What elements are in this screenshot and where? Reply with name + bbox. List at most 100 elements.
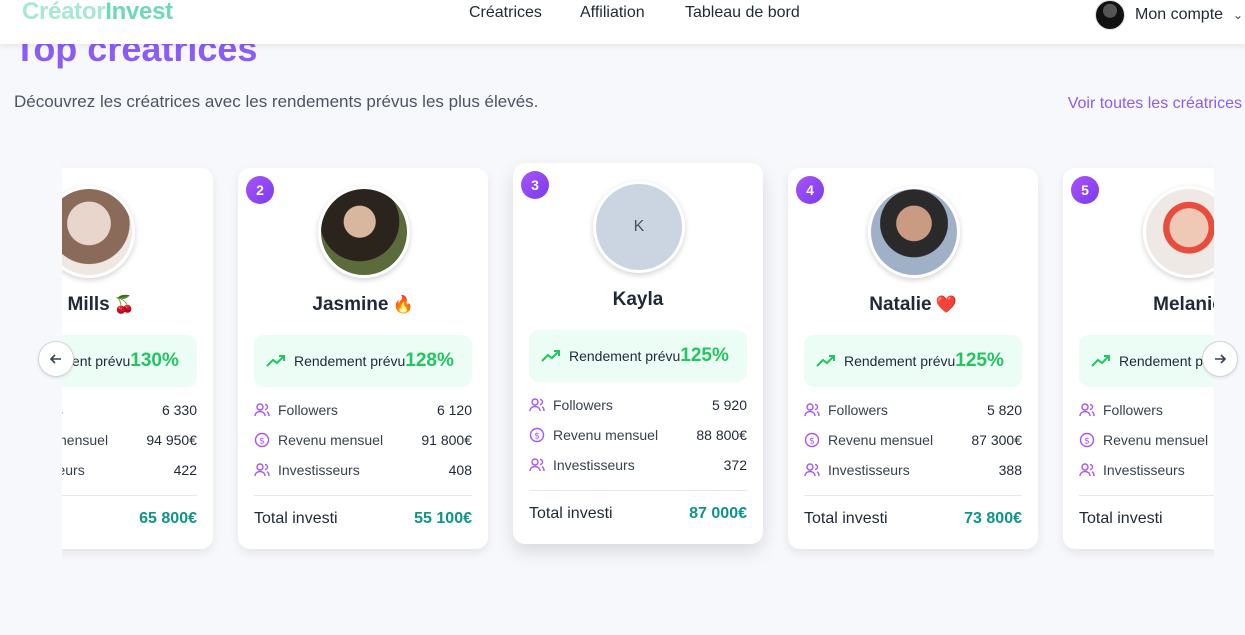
nav-link-dashboard[interactable]: Tableau de bord — [685, 4, 800, 22]
carousel-next-button[interactable] — [1202, 341, 1238, 377]
card-divider — [254, 495, 472, 496]
dollar-circle-icon: $ — [1079, 432, 1095, 448]
see-all-link[interactable]: Voir toutes les créatrices — [1068, 95, 1242, 113]
stat-label: Revenu mensuel — [62, 432, 109, 448]
rank-badge: 5 — [1071, 176, 1099, 204]
yield-value: 130% — [130, 350, 179, 371]
total-invested: Total investi 73 800€ — [804, 510, 1022, 528]
total-invested: Total investi 55 100€ — [254, 510, 472, 528]
stat-revenue: $ Revenu mensuel 88 800€ — [529, 425, 747, 445]
stat-revenue: $ Revenu mensuel 87 300€ — [804, 430, 1022, 450]
brand-part-2: Invest — [105, 0, 173, 25]
rank-badge: 2 — [246, 176, 274, 204]
stat-label: Investisseurs — [1103, 462, 1185, 478]
creator-emoji: 🔥 — [392, 295, 414, 314]
total-label: Total investi — [254, 510, 338, 527]
stat-label: Revenu mensuel — [553, 427, 659, 443]
stat-label: Investisseurs — [828, 462, 910, 478]
stat-label: Revenu mensuel — [278, 432, 384, 448]
stat-value: 5 920 — [711, 397, 747, 413]
dollar-circle-icon: $ — [254, 432, 270, 448]
stat-label: Investisseurs — [553, 457, 635, 473]
yield-box: Rendement prévu 125% — [529, 330, 747, 382]
nav-link-affiliation[interactable]: Affiliation — [580, 4, 645, 22]
creator-avatar — [62, 186, 135, 278]
yield-box: Rendement prévu 125% — [804, 335, 1022, 387]
stat-value: 87 300€ — [971, 432, 1022, 448]
nav-link-creatrices[interactable]: Créatrices — [469, 4, 542, 22]
yield-label: Rendement prévu — [1119, 353, 1214, 369]
stat-value: 422 — [173, 462, 197, 478]
rank-badge: 4 — [796, 176, 824, 204]
page-subtitle: Découvrez les créatrices avec les rendem… — [14, 92, 539, 111]
stat-followers: Followers — [1079, 400, 1214, 420]
creator-emoji: 🍒 — [113, 295, 135, 314]
users-icon — [254, 463, 270, 477]
svg-text:$: $ — [259, 437, 265, 447]
stat-label: Followers — [1103, 402, 1163, 418]
creator-name: Melanie — [1153, 294, 1214, 315]
stat-label: Followers — [553, 397, 613, 413]
total-label: Total investi — [529, 505, 613, 522]
dollar-circle-icon: $ — [804, 432, 820, 448]
users-icon — [529, 398, 545, 412]
yield-value: 125% — [955, 350, 1004, 371]
trending-up-icon — [266, 355, 285, 367]
stat-followers: Followers 6 330 — [62, 400, 197, 420]
stat-label: Followers — [828, 402, 888, 418]
creator-card[interactable]: ke Mills🍒 Rendement prévu130% Followers 6… — [62, 168, 213, 549]
creator-card[interactable]: 2 Jasmine 🔥 Rendement prévu 128% Followers… — [238, 168, 488, 549]
users-icon — [1079, 403, 1095, 417]
arrow-left-icon — [49, 354, 61, 364]
stat-value: 6 330 — [161, 402, 197, 418]
creator-card[interactable]: 4 Natalie ❤️ Rendement prévu 125% Follower… — [788, 168, 1038, 549]
users-icon — [254, 403, 270, 417]
stat-value: 91 800€ — [421, 432, 472, 448]
stat-investors: Investisseurs 422 — [62, 460, 197, 480]
brand-logo[interactable]: CréatorInvest — [22, 0, 173, 26]
total-label: Total investi — [62, 510, 63, 528]
svg-text:$: $ — [1084, 437, 1090, 447]
creator-avatar — [318, 186, 410, 278]
brand-part-1: Créator — [22, 0, 106, 25]
arrow-right-icon — [1215, 354, 1227, 364]
stat-value: 88 800€ — [696, 427, 747, 443]
total-label: Total investi — [1079, 510, 1163, 527]
creator-name: Kayla — [612, 289, 664, 310]
yield-value: 125% — [680, 345, 729, 366]
svg-text:$: $ — [809, 437, 815, 447]
card-divider — [1079, 495, 1214, 496]
stat-label: Followers — [278, 402, 338, 418]
stat-label: Investisseurs — [62, 462, 85, 478]
stat-followers: Followers 6 120 — [254, 400, 472, 420]
svg-text:$: $ — [534, 432, 540, 442]
card-divider — [804, 495, 1022, 496]
creator-name: Jasmine 🔥 — [312, 294, 414, 315]
trending-up-icon — [541, 350, 560, 362]
total-value: 65 800€ — [139, 510, 197, 527]
account-menu[interactable]: Mon compte ⌄ — [1095, 0, 1243, 30]
account-avatar — [1095, 0, 1125, 30]
stat-revenue: $ Revenu mensuel — [1079, 430, 1214, 450]
stat-revenue: $ Revenu mensuel 91 800€ — [254, 430, 472, 450]
stat-label: Followers — [62, 402, 63, 418]
creator-avatar — [868, 186, 960, 278]
creator-avatar: K — [593, 181, 685, 273]
rank-badge: 3 — [521, 171, 549, 199]
stat-investors: Investisseurs — [1079, 460, 1214, 480]
total-invested: Total investi — [1079, 510, 1214, 528]
stat-value: 5 820 — [986, 402, 1022, 418]
creator-emoji: ❤️ — [935, 295, 957, 314]
creators-carousel: ke Mills🍒 Rendement prévu130% Followers6… — [62, 150, 1214, 570]
creator-card[interactable]: 3 K Kayla Rendement prévu 125% Followers 5… — [513, 163, 763, 544]
account-label: Mon compte — [1135, 6, 1224, 23]
avatar-initial: K — [633, 218, 645, 235]
stat-investors: Investisseurs 408 — [254, 460, 472, 480]
total-value: 87 000€ — [689, 505, 747, 522]
creator-card[interactable]: 5 Melanie Rendement prévu Followers $ Re… — [1063, 168, 1214, 549]
yield-box: Rendement prévu 128% — [254, 335, 472, 387]
yield-box: Rendement prévu — [1079, 335, 1214, 387]
yield-label: Rendement prévu — [294, 353, 406, 369]
carousel-prev-button[interactable] — [38, 341, 74, 377]
card-divider — [529, 490, 747, 491]
